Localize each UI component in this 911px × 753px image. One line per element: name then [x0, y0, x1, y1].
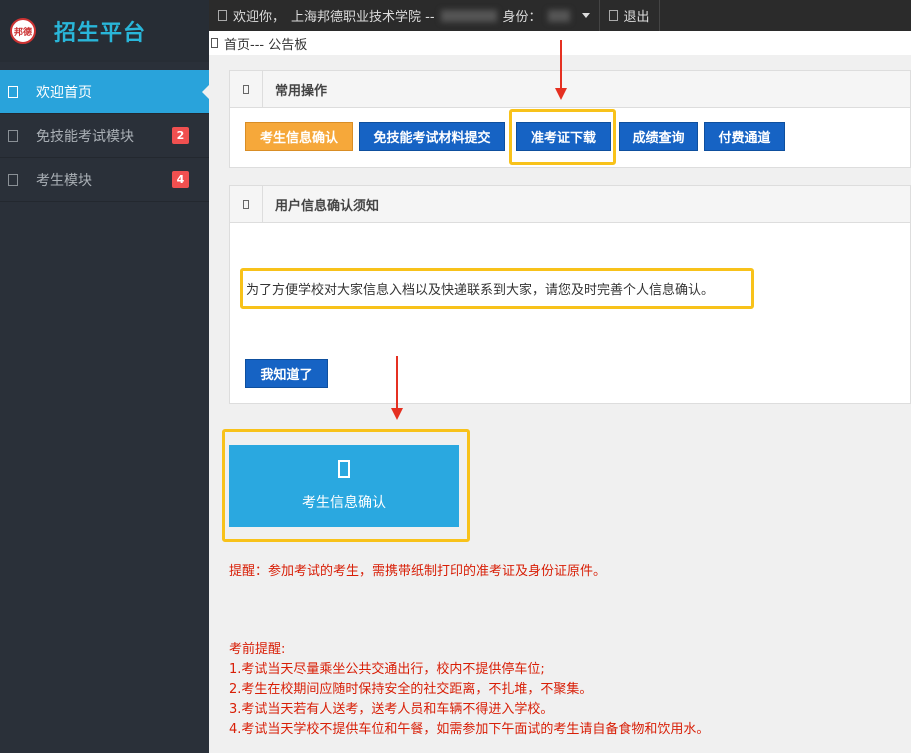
arrow-down-icon [391, 408, 403, 420]
tile-label: 考生信息确认 [302, 495, 386, 511]
breadcrumb-text: 首页--- 公告板 [224, 37, 308, 53]
home-icon [211, 38, 218, 48]
topbar: 欢迎你， 上海邦德职业技术学院 -- 身份： 退出 [209, 0, 911, 31]
school-logo-icon: 邦德 [10, 18, 36, 44]
acknowledge-button[interactable]: 我知道了 [245, 359, 328, 388]
arrow-down-icon [555, 88, 567, 100]
chevron-down-icon[interactable] [581, 13, 590, 18]
module-icon [8, 129, 18, 142]
panel-icon [230, 70, 263, 108]
panel-header: 常用操作 [230, 70, 910, 108]
notice-text: 为了方便学校对大家信息入档以及快递联系到大家，请您及时完善个人信息确认。 [246, 283, 715, 298]
panel-icon [230, 185, 263, 223]
brand-title: 招生平台 [54, 20, 147, 46]
home-icon [8, 85, 18, 98]
admission-ticket-download-button[interactable]: 准考证下载 [516, 122, 611, 151]
arrow-line [396, 356, 398, 408]
sidebar-item-label: 欢迎首页 [36, 84, 92, 101]
logo-text: 邦德 [13, 27, 32, 38]
document-icon [338, 460, 350, 478]
panel-title: 常用操作 [275, 83, 328, 99]
sidebar-item-label: 考生模块 [36, 172, 92, 189]
panel-header: 用户信息确认须知 [230, 185, 910, 223]
user-info: 欢迎你， 上海邦德职业技术学院 -- 身份： [209, 0, 600, 31]
logout-button[interactable]: 退出 [600, 0, 660, 31]
count-badge: 4 [172, 171, 189, 188]
pre-exam-item: 4.考试当天学校不提供车位和午餐，如需参加下午面试的考生请自备食物和饮用水。 [229, 722, 710, 737]
logout-icon [608, 10, 618, 21]
candidate-info-confirm-button[interactable]: 考生信息确认 [245, 122, 353, 151]
count-badge: 2 [172, 127, 189, 144]
identity-label: 身份： [502, 10, 542, 25]
pre-exam-item: 2.考生在校期间应随时保持安全的社交距离，不扎堆，不聚集。 [229, 682, 593, 697]
pre-exam-title: 考前提醒: [229, 642, 286, 657]
welcome-text: 欢迎你， [233, 10, 286, 25]
panel-title: 用户信息确认须知 [275, 198, 380, 214]
redacted-name [440, 9, 497, 22]
common-operations-panel: 常用操作 考生信息确认 免技能考试材料提交 准考证下载 成绩查询 付费通道 [229, 70, 911, 168]
arrow-line [560, 40, 562, 88]
logout-label: 退出 [623, 10, 650, 25]
score-query-button[interactable]: 成绩查询 [619, 122, 698, 151]
sidebar: 邦德 招生平台 欢迎首页 免技能考试模块 2 考生模块 4 [0, 0, 210, 753]
sidebar-menu: 欢迎首页 免技能考试模块 2 考生模块 4 [0, 70, 210, 202]
exempt-materials-submit-button[interactable]: 免技能考试材料提交 [359, 122, 505, 151]
candidate-info-confirm-tile[interactable]: 考生信息确认 [229, 445, 459, 527]
pre-exam-item: 1.考试当天尽量乘坐公共交通出行，校内不提供停车位; [229, 662, 545, 677]
module-icon [8, 173, 18, 186]
payment-channel-button[interactable]: 付费通道 [704, 122, 785, 151]
sidebar-item-welcome[interactable]: 欢迎首页 [0, 70, 210, 114]
school-name: 上海邦德职业技术学院 -- [291, 10, 435, 25]
pre-exam-item: 3.考试当天若有人送考，送考人员和车辆不得进入学校。 [229, 702, 554, 717]
sidebar-item-label: 免技能考试模块 [36, 128, 134, 145]
pre-exam-reminders: 考前提醒: 1.考试当天尽量乘坐公共交通出行，校内不提供停车位; 2.考生在校期… [229, 640, 709, 740]
exam-reminder: 提醒：参加考试的考生，需携带纸制打印的准考证及身份证原件。 [229, 564, 607, 579]
sidebar-item-candidate[interactable]: 考生模块 4 [0, 158, 209, 202]
sidebar-item-exempt-exam[interactable]: 免技能考试模块 2 [0, 114, 209, 158]
user-icon [218, 10, 227, 21]
brand: 邦德 招生平台 [0, 0, 209, 62]
redacted-identity [547, 9, 570, 22]
user-info-notice-panel: 用户信息确认须知 为了方便学校对大家信息入档以及快递联系到大家，请您及时完善个人… [229, 185, 911, 404]
